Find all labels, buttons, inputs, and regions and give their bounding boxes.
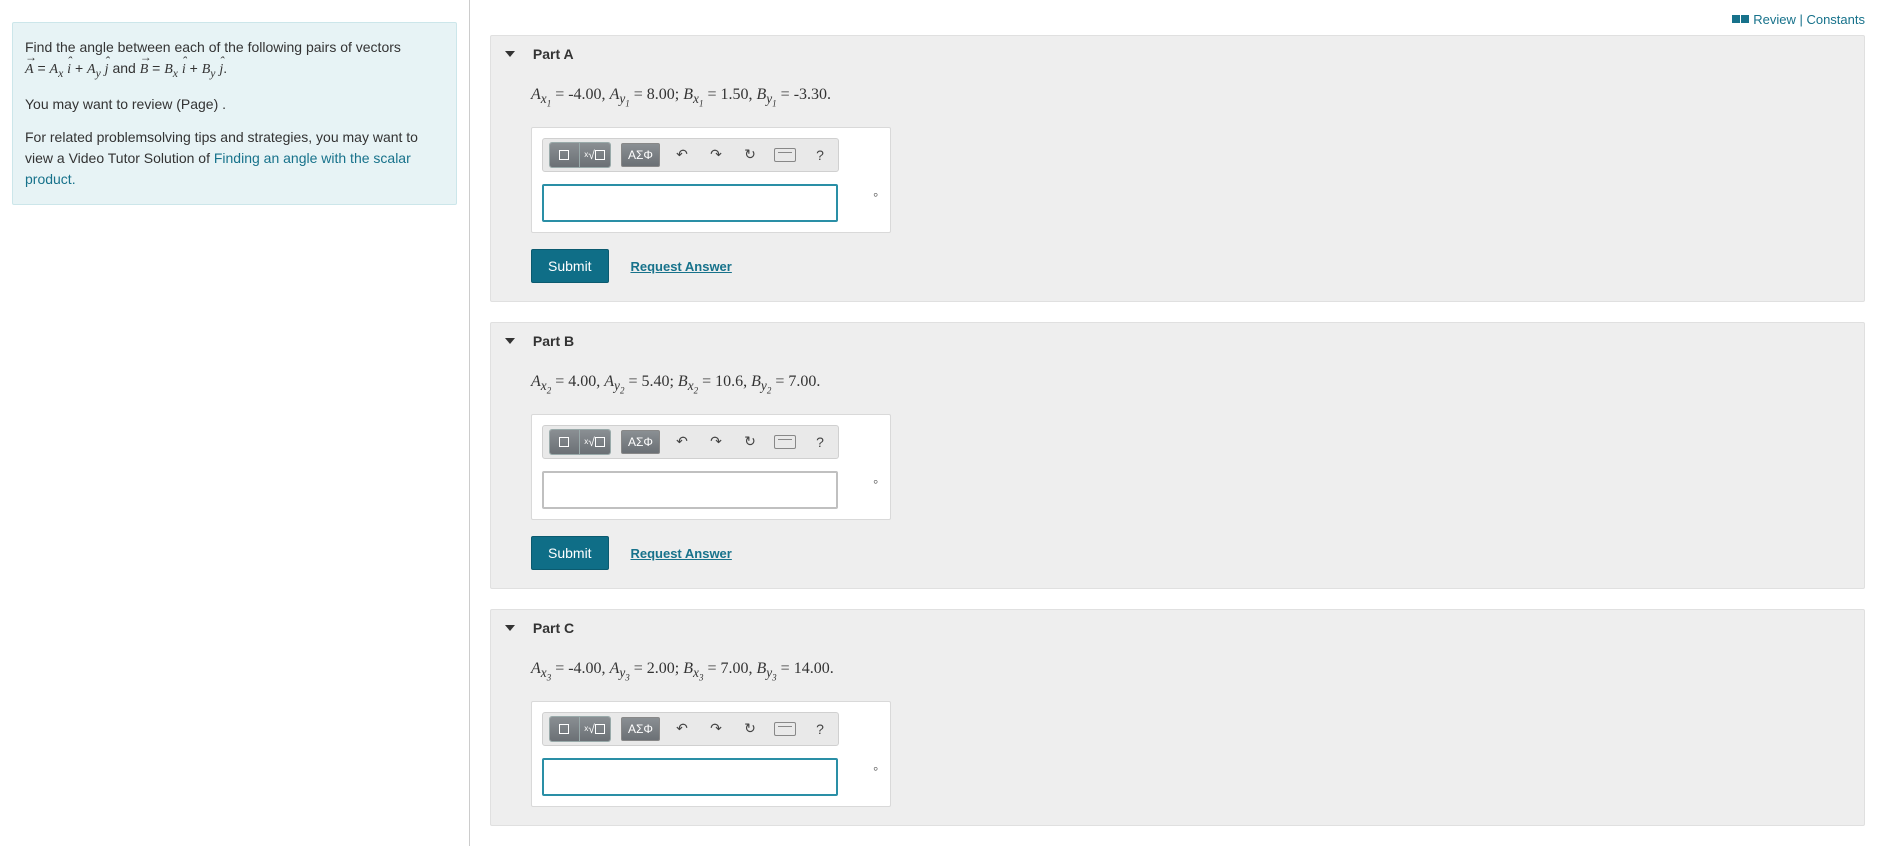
actions-row: Submit Request Answer — [531, 536, 1850, 570]
part-header[interactable]: Part A — [491, 36, 1864, 72]
top-links: Review | Constants — [490, 12, 1865, 35]
unit-degrees: ° — [873, 190, 878, 205]
part-block: Part A Ax1 = -4.00, Ay1 = 8.00; Bx1 = 1.… — [490, 35, 1865, 302]
request-answer-link[interactable]: Request Answer — [630, 546, 731, 561]
symbols-button[interactable]: ΑΣΦ — [621, 717, 660, 741]
answer-input[interactable] — [542, 184, 838, 222]
answer-input[interactable] — [542, 471, 838, 509]
review-icon — [1732, 15, 1740, 23]
template-button[interactable] — [550, 430, 580, 454]
part-body: Ax3 = -4.00, Ay3 = 2.00; Bx3 = 7.00, By3… — [491, 646, 1864, 825]
part-body: Ax1 = -4.00, Ay1 = 8.00; Bx1 = 1.50, By1… — [491, 72, 1864, 301]
answer-box: x√ ΑΣΦ ↶ ↷ ↻ ? ° — [531, 701, 891, 807]
redo-button[interactable]: ↷ — [704, 430, 728, 454]
part-title: Part C — [533, 620, 574, 636]
fraction-root-button[interactable]: x√ — [580, 717, 610, 741]
question-text: Ax1 = -4.00, Ay1 = 8.00; Bx1 = 1.50, By1… — [531, 86, 1850, 109]
keyboard-button[interactable] — [772, 430, 798, 454]
constants-link[interactable]: Constants — [1806, 12, 1865, 27]
part-body: Ax2 = 4.00, Ay2 = 5.40; Bx2 = 10.6, By2 … — [491, 359, 1864, 588]
help-button[interactable]: ? — [808, 143, 832, 167]
keyboard-button[interactable] — [772, 143, 798, 167]
intro-box: Find the angle between each of the follo… — [12, 22, 457, 205]
left-panel: Find the angle between each of the follo… — [0, 0, 470, 846]
help-button[interactable]: ? — [808, 430, 832, 454]
actions-row: Submit Request Answer — [531, 249, 1850, 283]
fraction-root-button[interactable]: x√ — [580, 430, 610, 454]
undo-button[interactable]: ↶ — [670, 717, 694, 741]
right-panel: Review | Constants Part A Ax1 = -4.00, A… — [470, 0, 1885, 846]
help-button[interactable]: ? — [808, 717, 832, 741]
part-block: Part C Ax3 = -4.00, Ay3 = 2.00; Bx3 = 7.… — [490, 609, 1865, 826]
reset-button[interactable]: ↻ — [738, 430, 762, 454]
symbols-button[interactable]: ΑΣΦ — [621, 143, 660, 167]
keyboard-button[interactable] — [772, 717, 798, 741]
part-header[interactable]: Part C — [491, 610, 1864, 646]
submit-button[interactable]: Submit — [531, 536, 609, 570]
equation-toolbar: x√ ΑΣΦ ↶ ↷ ↻ ? — [542, 138, 839, 172]
review-line: You may want to review (Page) . — [25, 94, 444, 115]
review-icon — [1741, 15, 1749, 23]
equation-toolbar: x√ ΑΣΦ ↶ ↷ ↻ ? — [542, 712, 839, 746]
reset-button[interactable]: ↻ — [738, 143, 762, 167]
request-answer-link[interactable]: Request Answer — [630, 259, 731, 274]
fraction-root-button[interactable]: x√ — [580, 143, 610, 167]
answer-box: x√ ΑΣΦ ↶ ↷ ↻ ? ° — [531, 414, 891, 520]
intro-text: Find the angle between each of the follo… — [25, 37, 444, 82]
symbols-button[interactable]: ΑΣΦ — [621, 430, 660, 454]
answer-input[interactable] — [542, 758, 838, 796]
part-title: Part A — [533, 46, 574, 62]
question-text: Ax3 = -4.00, Ay3 = 2.00; Bx3 = 7.00, By3… — [531, 660, 1850, 683]
related-line: For related problemsolving tips and stra… — [25, 127, 444, 190]
question-text: Ax2 = 4.00, Ay2 = 5.40; Bx2 = 10.6, By2 … — [531, 373, 1850, 396]
redo-button[interactable]: ↷ — [704, 717, 728, 741]
unit-degrees: ° — [873, 764, 878, 779]
undo-button[interactable]: ↶ — [670, 430, 694, 454]
submit-button[interactable]: Submit — [531, 249, 609, 283]
caret-down-icon — [505, 51, 515, 57]
template-button[interactable] — [550, 143, 580, 167]
caret-down-icon — [505, 625, 515, 631]
template-button[interactable] — [550, 717, 580, 741]
part-block: Part B Ax2 = 4.00, Ay2 = 5.40; Bx2 = 10.… — [490, 322, 1865, 589]
equation-toolbar: x√ ΑΣΦ ↶ ↷ ↻ ? — [542, 425, 839, 459]
part-title: Part B — [533, 333, 574, 349]
part-header[interactable]: Part B — [491, 323, 1864, 359]
unit-degrees: ° — [873, 477, 878, 492]
caret-down-icon — [505, 338, 515, 344]
review-link[interactable]: Review — [1753, 12, 1796, 27]
answer-box: x√ ΑΣΦ ↶ ↷ ↻ ? ° — [531, 127, 891, 233]
reset-button[interactable]: ↻ — [738, 717, 762, 741]
undo-button[interactable]: ↶ — [670, 143, 694, 167]
redo-button[interactable]: ↷ — [704, 143, 728, 167]
